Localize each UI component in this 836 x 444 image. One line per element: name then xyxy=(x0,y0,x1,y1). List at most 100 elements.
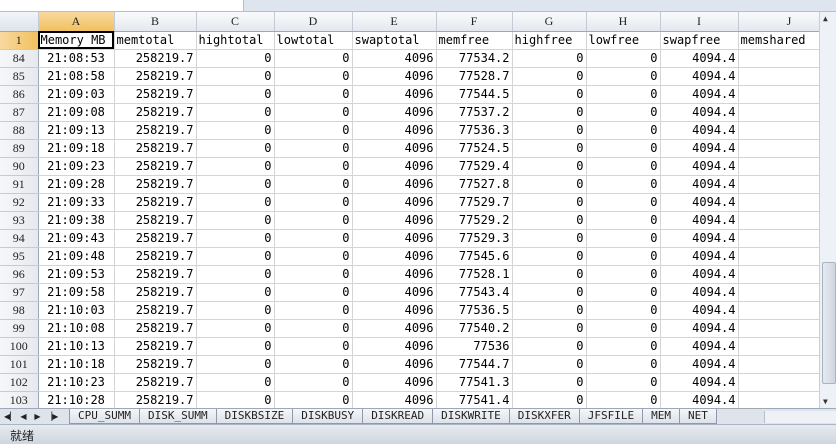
grid-cell[interactable]: 258219.7 xyxy=(114,85,197,104)
grid-cell[interactable]: 4096 xyxy=(352,373,437,392)
header-cell[interactable]: swaptotal xyxy=(352,31,437,50)
grid-cell[interactable]: 77541.4 xyxy=(436,391,513,410)
grid-cell[interactable]: 77544.7 xyxy=(436,355,513,374)
scroll-down-icon[interactable]: ▼ xyxy=(823,397,828,406)
grid-cell[interactable]: 0 xyxy=(512,211,587,230)
grid-cell[interactable]: 77527.8 xyxy=(436,175,513,194)
grid-cell[interactable]: 258219.7 xyxy=(114,301,197,320)
grid-cell[interactable]: 0 xyxy=(512,139,587,158)
header-cell[interactable]: swapfree xyxy=(660,31,739,50)
grid-cell[interactable]: 0 xyxy=(512,67,587,86)
grid-cell[interactable]: 21:09:33 xyxy=(38,193,115,212)
grid-cell[interactable]: 4094.4 xyxy=(660,175,739,194)
grid-cell[interactable]: 0 xyxy=(196,265,275,284)
row-header[interactable]: 102 xyxy=(0,373,39,392)
grid-cell[interactable]: 4094.4 xyxy=(660,121,739,140)
grid-cell[interactable]: 4096 xyxy=(352,139,437,158)
grid-cell[interactable]: 0 xyxy=(196,211,275,230)
grid-cell[interactable]: 4094.4 xyxy=(660,103,739,122)
grid-cell[interactable]: 4094.4 xyxy=(660,301,739,320)
last-sheet-icon[interactable]: ▕▶ xyxy=(46,412,58,421)
grid-cell[interactable]: 21:10:28 xyxy=(38,391,115,410)
grid-cell[interactable]: 0 xyxy=(586,247,661,266)
grid-cell[interactable]: 0 xyxy=(196,85,275,104)
grid-cell[interactable]: 0 xyxy=(586,229,661,248)
column-header-i[interactable]: I xyxy=(660,12,739,32)
grid-cell[interactable]: 0 xyxy=(586,391,661,410)
grid-cell[interactable]: 258219.7 xyxy=(114,67,197,86)
grid-cell[interactable]: 0 xyxy=(586,67,661,86)
grid-cell[interactable]: 258219.7 xyxy=(114,121,197,140)
next-sheet-icon[interactable]: ▶ xyxy=(32,412,43,421)
grid-cell[interactable]: 0 xyxy=(512,229,587,248)
grid-cell[interactable]: 0 xyxy=(274,247,353,266)
header-cell[interactable]: hightotal xyxy=(196,31,275,50)
grid-cell[interactable]: 77528.7 xyxy=(436,67,513,86)
row-header[interactable]: 86 xyxy=(0,85,39,104)
grid-cell[interactable]: 0 xyxy=(196,67,275,86)
grid-cell[interactable]: 0 xyxy=(512,247,587,266)
name-box[interactable] xyxy=(0,0,244,11)
grid-cell[interactable]: 4094.4 xyxy=(660,247,739,266)
grid-cell[interactable]: 0 xyxy=(586,175,661,194)
grid-cell[interactable]: 0 xyxy=(196,157,275,176)
grid-cell[interactable]: 0 xyxy=(274,337,353,356)
column-header-e[interactable]: E xyxy=(352,12,437,32)
grid-cell[interactable]: 21:09:13 xyxy=(38,121,115,140)
grid-cell[interactable]: 258219.7 xyxy=(114,373,197,392)
grid-cell[interactable]: 0 xyxy=(586,301,661,320)
sheet-tab-diskbsize[interactable]: DISKBSIZE xyxy=(215,409,294,424)
grid-cell[interactable]: 0 xyxy=(274,121,353,140)
grid-cell[interactable]: 0 xyxy=(586,211,661,230)
row-header[interactable]: 91 xyxy=(0,175,39,194)
grid-cell[interactable]: 4094.4 xyxy=(660,355,739,374)
grid-cell[interactable]: 0 xyxy=(196,283,275,302)
grid-cell[interactable]: 21:09:08 xyxy=(38,103,115,122)
horizontal-scrollbar[interactable] xyxy=(764,411,836,423)
grid-cell[interactable]: 4096 xyxy=(352,319,437,338)
grid-cell[interactable]: 0 xyxy=(512,49,587,68)
sheet-tab-diskread[interactable]: DISKREAD xyxy=(362,409,434,424)
grid-cell[interactable]: 0 xyxy=(586,121,661,140)
grid-cell[interactable]: 0 xyxy=(196,121,275,140)
sheet-tab-diskwrite[interactable]: DISKWRITE xyxy=(432,409,510,424)
sheet-tab-disk-summ[interactable]: DISK_SUMM xyxy=(138,409,217,424)
column-header-b[interactable]: B xyxy=(114,12,197,32)
grid-cell[interactable]: 21:08:53 xyxy=(38,49,115,68)
grid-cell[interactable]: 77540.2 xyxy=(436,319,513,338)
grid-cell[interactable]: 4096 xyxy=(352,67,437,86)
row-header[interactable]: 92 xyxy=(0,193,39,212)
grid-cell[interactable]: 4096 xyxy=(352,157,437,176)
row-header[interactable]: 95 xyxy=(0,247,39,266)
grid-cell[interactable]: 0 xyxy=(586,157,661,176)
header-cell[interactable]: highfree xyxy=(512,31,587,50)
row-header[interactable]: 97 xyxy=(0,283,39,302)
grid-cell[interactable]: 0 xyxy=(512,85,587,104)
grid-cell[interactable]: 21:09:18 xyxy=(38,139,115,158)
grid-cell[interactable]: 0 xyxy=(274,355,353,374)
grid-cell[interactable]: 0 xyxy=(586,355,661,374)
grid-cell[interactable]: 4096 xyxy=(352,229,437,248)
grid-cell[interactable]: 0 xyxy=(586,319,661,338)
grid-cell[interactable]: 0 xyxy=(274,175,353,194)
grid-cell[interactable]: 0 xyxy=(274,85,353,104)
grid-cell[interactable]: 0 xyxy=(274,229,353,248)
grid-cell[interactable]: 0 xyxy=(196,373,275,392)
grid-cell[interactable]: 0 xyxy=(196,49,275,68)
grid-cell[interactable]: 0 xyxy=(274,67,353,86)
grid-cell[interactable]: 77528.1 xyxy=(436,265,513,284)
grid-cell[interactable]: 21:09:48 xyxy=(38,247,115,266)
grid-cell[interactable]: 258219.7 xyxy=(114,229,197,248)
row-header[interactable]: 87 xyxy=(0,103,39,122)
grid-cell[interactable]: 4094.4 xyxy=(660,265,739,284)
grid-cell[interactable]: 4094.4 xyxy=(660,211,739,230)
grid-cell[interactable]: 0 xyxy=(586,337,661,356)
grid-cell[interactable]: 4096 xyxy=(352,121,437,140)
first-sheet-icon[interactable]: ◀▏ xyxy=(4,412,16,421)
grid-cell[interactable]: 0 xyxy=(274,157,353,176)
grid-cell[interactable]: 258219.7 xyxy=(114,247,197,266)
grid-cell[interactable]: 21:09:43 xyxy=(38,229,115,248)
prev-sheet-icon[interactable]: ◀ xyxy=(18,412,29,421)
grid-cell[interactable]: 21:09:58 xyxy=(38,283,115,302)
column-header-d[interactable]: D xyxy=(274,12,353,32)
